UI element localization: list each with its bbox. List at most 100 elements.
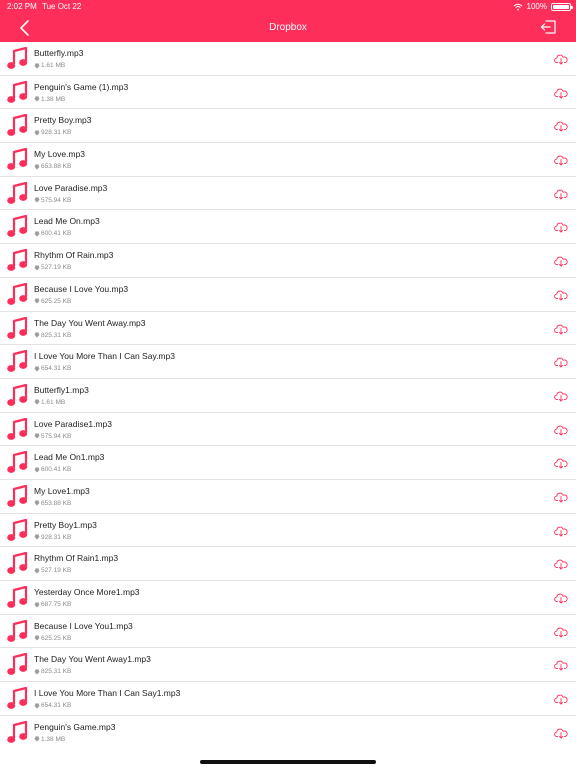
cloud-download-button[interactable]	[554, 188, 568, 200]
list-item[interactable]: Pretty Boy.mp3 928.31 KB	[0, 109, 576, 144]
file-meta: 654.31 KB	[34, 365, 71, 372]
download-small-icon	[34, 399, 40, 405]
cloud-download-button[interactable]	[554, 693, 568, 705]
file-size: 654.31 KB	[41, 365, 72, 373]
list-item[interactable]: Lead Me On.mp3 600.41 KB	[0, 210, 576, 245]
cloud-download-icon	[554, 357, 568, 368]
home-indicator	[200, 760, 376, 764]
cloud-download-button[interactable]	[554, 491, 568, 503]
list-item[interactable]: Penguin's Game (1).mp3 1.38 MB	[0, 76, 576, 110]
music-note-icon	[7, 484, 28, 507]
music-note-icon	[7, 451, 28, 474]
cloud-download-button[interactable]	[554, 53, 568, 65]
list-item[interactable]: Pretty Boy1.mp3 928.31 KB	[0, 514, 576, 548]
music-note-icon	[7, 350, 28, 373]
file-size: 600.41 KB	[41, 230, 72, 238]
cloud-download-icon	[554, 122, 568, 132]
cloud-download-button[interactable]	[554, 356, 568, 368]
download-small-icon	[34, 130, 40, 136]
file-size: 1.38 MB	[41, 735, 66, 743]
list-item[interactable]: Yesterday Once More1.mp3 687.75 KB	[0, 581, 576, 615]
cloud-download-button[interactable]	[554, 457, 568, 469]
download-small-icon	[34, 568, 40, 574]
file-meta: 928.31 KB	[34, 129, 71, 136]
cloud-download-icon	[554, 694, 568, 705]
cloud-download-button[interactable]	[554, 727, 568, 739]
file-name: Butterfly1.mp3	[34, 384, 89, 395]
file-meta: 687.75 KB	[34, 601, 71, 608]
list-item[interactable]: I Love You More Than I Can Say.mp3 654.31…	[0, 345, 576, 379]
cloud-download-button[interactable]	[554, 289, 568, 301]
file-name: Lead Me On.mp3	[34, 216, 100, 227]
download-small-icon	[34, 602, 40, 607]
cloud-download-button[interactable]	[554, 424, 568, 436]
file-name: Love Paradise.mp3	[34, 182, 108, 193]
list-item[interactable]: Love Paradise1.mp3 575.94 KB	[0, 413, 576, 447]
cloud-download-icon	[554, 458, 568, 469]
file-size: 654.31 KB	[41, 702, 72, 710]
list-item[interactable]: Because I Love You1.mp3 625.25 KB	[0, 615, 576, 649]
status-time: 2:02 PM	[7, 2, 37, 11]
file-size: 625.25 KB	[41, 297, 72, 305]
list-item[interactable]: My Love1.mp3 653.88 KB	[0, 480, 576, 514]
list-item[interactable]: Rhythm Of Rain.mp3 527.19 KB	[0, 244, 576, 278]
music-note-icon	[7, 80, 28, 103]
download-small-icon	[34, 96, 40, 102]
cloud-download-icon	[554, 189, 568, 200]
cloud-download-icon	[554, 593, 568, 604]
list-item[interactable]: The Day You Went Away.mp3 825.31 KB	[0, 312, 576, 346]
cloud-download-button[interactable]	[554, 120, 568, 132]
cloud-download-button[interactable]	[554, 558, 568, 570]
file-size: 575.94 KB	[41, 196, 72, 204]
music-note-icon	[7, 316, 28, 339]
file-size: 575.94 KB	[41, 432, 72, 440]
download-small-icon	[34, 298, 40, 304]
cloud-download-icon	[554, 155, 568, 166]
cloud-download-button[interactable]	[554, 659, 568, 671]
file-meta: 654.31 KB	[34, 702, 71, 709]
file-size: 625.25 KB	[41, 634, 72, 642]
cloud-download-icon	[554, 324, 568, 334]
list-item[interactable]: I Love You More Than I Can Say1.mp3 654.3…	[0, 682, 576, 716]
cloud-download-button[interactable]	[554, 323, 568, 335]
cloud-download-button[interactable]	[554, 626, 568, 638]
cloud-download-button[interactable]	[554, 592, 568, 604]
logout-button[interactable]	[540, 18, 558, 36]
list-item[interactable]: Because I Love You.mp3 625.25 KB	[0, 278, 576, 312]
download-small-icon	[34, 63, 40, 68]
file-name: My Love1.mp3	[34, 485, 90, 496]
file-name: Butterfly.mp3	[34, 48, 84, 58]
download-small-icon	[34, 467, 40, 473]
list-item[interactable]: Butterfly.mp3 1.61 MB	[0, 42, 576, 76]
file-meta: 1.61 MB	[34, 399, 65, 406]
file-name: Penguin's Game (1).mp3	[34, 81, 129, 92]
list-item[interactable]: Butterfly1.mp3 1.61 MB	[0, 379, 576, 413]
file-size: 1.61 MB	[41, 62, 66, 69]
cloud-download-button[interactable]	[554, 154, 568, 166]
file-size: 1.38 MB	[41, 95, 66, 103]
file-meta: 625.25 KB	[34, 635, 71, 642]
file-meta: 1.38 MB	[34, 96, 65, 103]
music-note-icon	[7, 114, 28, 137]
list-item[interactable]: Love Paradise.mp3 575.94 KB	[0, 177, 576, 211]
cloud-download-icon	[554, 559, 568, 570]
file-size: 825.31 KB	[41, 668, 72, 676]
download-small-icon	[34, 703, 40, 709]
download-small-icon	[34, 433, 40, 439]
cloud-download-button[interactable]	[554, 390, 568, 402]
music-note-icon	[7, 215, 28, 238]
cloud-download-button[interactable]	[554, 221, 568, 233]
cloud-download-button[interactable]	[554, 525, 568, 537]
list-item[interactable]: Rhythm Of Rain1.mp3 527.19 KB	[0, 547, 576, 581]
list-item[interactable]: The Day You Went Away1.mp3 825.31 KB	[0, 648, 576, 683]
list-item[interactable]: My Love.mp3 653.88 KB	[0, 143, 576, 177]
music-note-icon	[7, 585, 28, 608]
file-name: Rhythm Of Rain.mp3	[34, 250, 114, 261]
cloud-download-button[interactable]	[554, 87, 568, 99]
cloud-download-button[interactable]	[554, 255, 568, 267]
list-item[interactable]: Penguin's Game.mp3 1.38 MB	[0, 716, 576, 750]
list-item[interactable]: Lead Me On1.mp3 600.41 KB	[0, 446, 576, 480]
file-meta: 825.31 KB	[34, 668, 71, 675]
file-name: Rhythm Of Rain1.mp3	[34, 553, 119, 564]
music-note-icon	[7, 552, 28, 575]
